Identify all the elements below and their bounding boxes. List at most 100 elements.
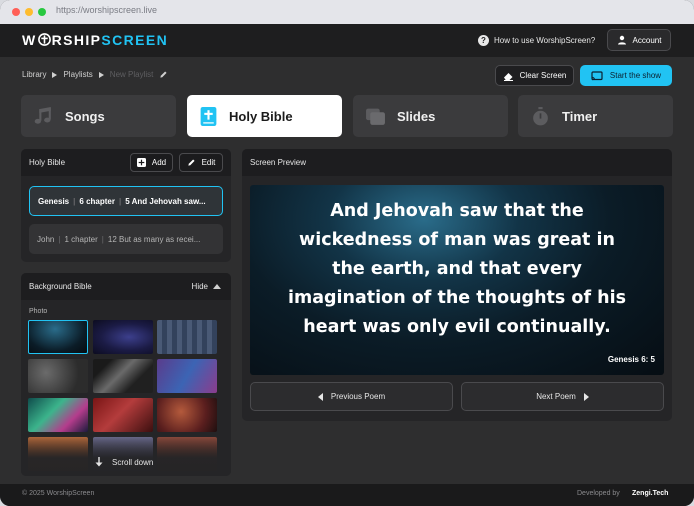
chevron-right-icon: [52, 71, 58, 78]
pencil-icon: [187, 159, 195, 166]
chevron-right-icon: [583, 392, 589, 401]
preview-line: imagination of the thoughts of his: [287, 288, 627, 308]
previous-poem-button[interactable]: Previous Poem: [250, 382, 453, 411]
chevron-left-icon: [317, 392, 323, 401]
help-label: How to use WorshipScreen?: [494, 36, 596, 45]
background-thumbnail[interactable]: [28, 398, 88, 432]
pencil-icon[interactable]: [159, 70, 168, 79]
tab-slides[interactable]: Slides: [353, 95, 508, 137]
background-thumbnail[interactable]: [28, 359, 88, 393]
eraser-icon: [503, 72, 513, 81]
tab-timer[interactable]: Timer: [518, 95, 673, 137]
breadcrumb-library[interactable]: Library: [22, 70, 46, 79]
verse-item[interactable]: Genesis | 6 chapter | 5 And Jehovah saw...: [29, 186, 223, 216]
bible-panel-title: Holy Bible: [29, 158, 66, 167]
chevron-up-icon: [213, 284, 221, 289]
question-icon: ?: [478, 35, 489, 46]
account-label: Account: [632, 35, 662, 45]
background-thumbnail[interactable]: [93, 398, 153, 432]
bible-cross-icon: [200, 106, 217, 126]
verse-book: Genesis: [38, 196, 70, 206]
preview-panel-header: Screen Preview: [242, 149, 672, 176]
background-thumbnail[interactable]: [28, 320, 88, 354]
verse-chapter: 1 chapter: [64, 234, 98, 244]
separator: |: [101, 234, 104, 244]
tab-holy-bible-label: Holy Bible: [229, 108, 293, 124]
background-thumbnail[interactable]: [93, 359, 153, 393]
preview-panel-title: Screen Preview: [250, 158, 307, 167]
app-window: https://worshipscreen.live W RSHIPSCREEN …: [0, 0, 694, 506]
slides-stack-icon: [366, 108, 385, 125]
verse-text: 5 And Jehovah saw...: [125, 196, 206, 206]
logo-prefix: W: [22, 32, 37, 48]
tab-songs-label: Songs: [65, 108, 105, 124]
breadcrumb-current: New Playlist: [109, 70, 154, 79]
background-panel-title: Background Bible: [29, 282, 92, 291]
background-thumbnail[interactable]: [157, 398, 217, 432]
background-thumbnail[interactable]: [93, 320, 153, 354]
preview-panel: Screen Preview And Jehovah saw that the …: [242, 149, 672, 421]
start-label: Start the show: [609, 71, 662, 80]
arrow-down-icon: [95, 457, 103, 467]
breadcrumb: Library Playlists New Playlist: [22, 70, 168, 79]
separator: |: [73, 196, 76, 206]
verse-book: John: [37, 234, 55, 244]
edit-button[interactable]: Edit: [179, 153, 223, 172]
tab-slides-label: Slides: [397, 108, 436, 124]
scroll-down-label: Scroll down: [112, 457, 154, 467]
address-bar[interactable]: https://worshipscreen.live: [56, 5, 157, 15]
background-thumbnail[interactable]: [157, 359, 217, 393]
verse-text: 12 But as many as recei...: [107, 234, 201, 244]
preview-verse-text: And Jehovah saw that the wickedness of m…: [258, 197, 656, 342]
separator: |: [118, 196, 122, 206]
tab-songs[interactable]: Songs: [21, 95, 176, 137]
background-thumbnail[interactable]: [157, 320, 217, 354]
preview-line: And Jehovah saw that the: [330, 201, 584, 221]
browser-chrome: https://worshipscreen.live: [0, 0, 694, 25]
next-poem-button[interactable]: Next Poem: [461, 382, 664, 411]
next-poem-label: Next Poem: [536, 392, 576, 401]
help-link[interactable]: ? How to use WorshipScreen?: [478, 35, 595, 46]
chevron-right-icon: [98, 71, 104, 78]
tab-holy-bible[interactable]: Holy Bible: [187, 95, 342, 137]
preview-line: the earth, and that every: [332, 259, 582, 279]
hide-label: Hide: [191, 282, 208, 291]
verse-chapter: 6 chapter: [79, 196, 115, 206]
app-logo[interactable]: W RSHIPSCREEN: [22, 32, 168, 48]
cast-icon: [591, 70, 603, 80]
logo-accent: SCREEN: [101, 32, 169, 48]
logo-mid: RSHIP: [51, 32, 102, 48]
tab-timer-label: Timer: [562, 108, 598, 124]
copyright-text: © 2025 WorshipScreen: [22, 490, 95, 497]
music-note-icon: [34, 106, 51, 124]
preview-reference: Genesis 6: 5: [607, 355, 655, 364]
minimize-dot[interactable]: [25, 8, 33, 16]
logo-cross-icon: [37, 33, 51, 46]
maximize-dot[interactable]: [38, 8, 46, 16]
add-button[interactable]: Add: [130, 153, 173, 172]
clear-screen-button[interactable]: Clear Screen: [495, 65, 574, 86]
developed-by-label: Developed by: [577, 490, 620, 497]
background-panel: Background Bible Hide Photo Scroll down: [21, 273, 231, 476]
previous-poem-label: Previous Poem: [330, 392, 386, 401]
photo-section-label: Photo: [29, 308, 48, 315]
user-icon: [617, 35, 626, 45]
clear-label: Clear Screen: [519, 71, 567, 80]
start-show-button[interactable]: Start the show: [580, 65, 672, 86]
add-label: Add: [151, 158, 167, 167]
hide-toggle[interactable]: Hide: [192, 282, 221, 291]
separator: |: [58, 234, 61, 244]
footer: © 2025 WorshipScreen Developed by Zengi.…: [0, 484, 694, 506]
preview-line: heart was only evil continually.: [303, 317, 611, 337]
plus-square-icon: [136, 158, 146, 167]
developer-link[interactable]: Zengi.Tech: [632, 490, 668, 497]
preview-line: wickedness of man was great in: [299, 230, 615, 250]
close-dot[interactable]: [12, 8, 20, 16]
account-button[interactable]: Account: [607, 29, 671, 51]
scroll-fade: [21, 436, 231, 476]
bible-panel: Holy Bible Add Edit Genesis | 6 chapter | 5 …: [21, 149, 231, 262]
top-header: W RSHIPSCREEN ? How to use WorshipScreen?…: [0, 24, 694, 57]
verse-item[interactable]: John | 1 chapter | 12 But as many as recei..…: [29, 224, 223, 254]
breadcrumb-playlists[interactable]: Playlists: [63, 70, 92, 79]
scroll-down-button[interactable]: Scroll down: [95, 457, 153, 467]
